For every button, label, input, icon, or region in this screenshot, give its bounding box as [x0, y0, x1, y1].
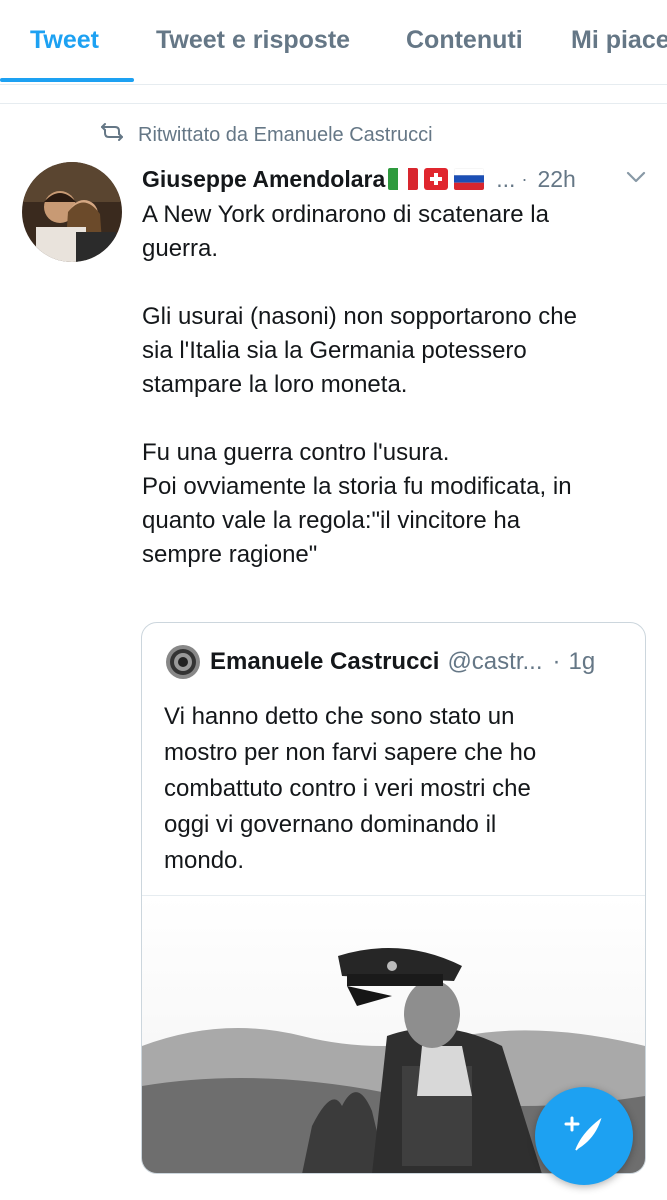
switzerland-flag-icon — [424, 168, 449, 190]
compose-tweet-icon — [558, 1108, 610, 1165]
tweet-line: guerra. — [142, 235, 219, 262]
quoted-line: combattuto contro i veri mostri che — [164, 775, 531, 802]
tab-tweet-e-risposte[interactable]: Tweet e risposte — [156, 26, 350, 55]
compose-tweet-button[interactable] — [535, 1087, 633, 1185]
tab-mi-piace[interactable]: Mi piace — [571, 26, 667, 55]
tweet-line: stampare la loro moneta. — [142, 371, 408, 398]
tab-tweet[interactable]: Tweet — [30, 26, 99, 55]
quoted-author-name: Emanuele Castrucci — [210, 648, 440, 675]
quoted-line: mondo. — [164, 847, 245, 874]
italy-flag-icon — [388, 168, 419, 190]
tweet-line: sempre ragione" — [142, 541, 318, 568]
russia-flag-icon — [454, 168, 485, 190]
tweet-text: A New York ordinarono di scatenare la gu… — [142, 198, 652, 572]
retweet-label: Ritwittato da Emanuele Castrucci — [138, 123, 433, 146]
tweet-line: Poi ovviamente la storia fu modificata, … — [142, 473, 572, 500]
tweet-header: Giuseppe Amendolara ... · 22h — [142, 162, 652, 196]
author-avatar[interactable] — [22, 162, 122, 262]
quoted-tweet-time: 1g — [568, 648, 596, 675]
quoted-line: oggi vi governano dominando il — [164, 811, 497, 838]
tweet-line: quanto vale la regola:"il vincitore ha — [142, 507, 521, 534]
quoted-tweet-text: Vi hanno detto che sono stato un mostro … — [164, 699, 624, 879]
retweet-context[interactable]: Ritwittato da Emanuele Castrucci — [100, 120, 433, 150]
active-tab-indicator — [0, 78, 134, 82]
quoted-author-handle: @castr... — [447, 648, 543, 675]
middot: · — [521, 168, 528, 189]
chevron-down-icon[interactable] — [625, 170, 647, 189]
quoted-tweet-header: Emanuele Castrucci @castr... · 1g — [166, 645, 595, 679]
tweet-line: Gli usurai (nasoni) non sopportarono che — [142, 303, 577, 330]
tab-contenuti[interactable]: Contenuti — [406, 26, 523, 55]
tweet-line: Fu una guerra contro l'usura. — [142, 439, 450, 466]
author-name[interactable]: Giuseppe Amendolara — [142, 166, 385, 193]
tweet-line: A New York ordinarono di scatenare la — [142, 201, 549, 228]
tweet-time[interactable]: 22h — [537, 166, 575, 193]
quoted-author-avatar — [166, 645, 200, 679]
quoted-line: mostro per non farvi sapere che ho — [164, 739, 537, 766]
middot: · — [552, 648, 561, 675]
profile-tabs: Tweet Tweet e risposte Contenuti Mi piac… — [0, 0, 667, 85]
retweet-icon — [100, 122, 138, 148]
tweet-line: sia l'Italia sia la Germania potessero — [142, 337, 527, 364]
name-truncation: ... — [496, 165, 516, 192]
timeline-separator — [0, 85, 667, 104]
quoted-line: Vi hanno detto che sono stato un — [164, 703, 515, 730]
